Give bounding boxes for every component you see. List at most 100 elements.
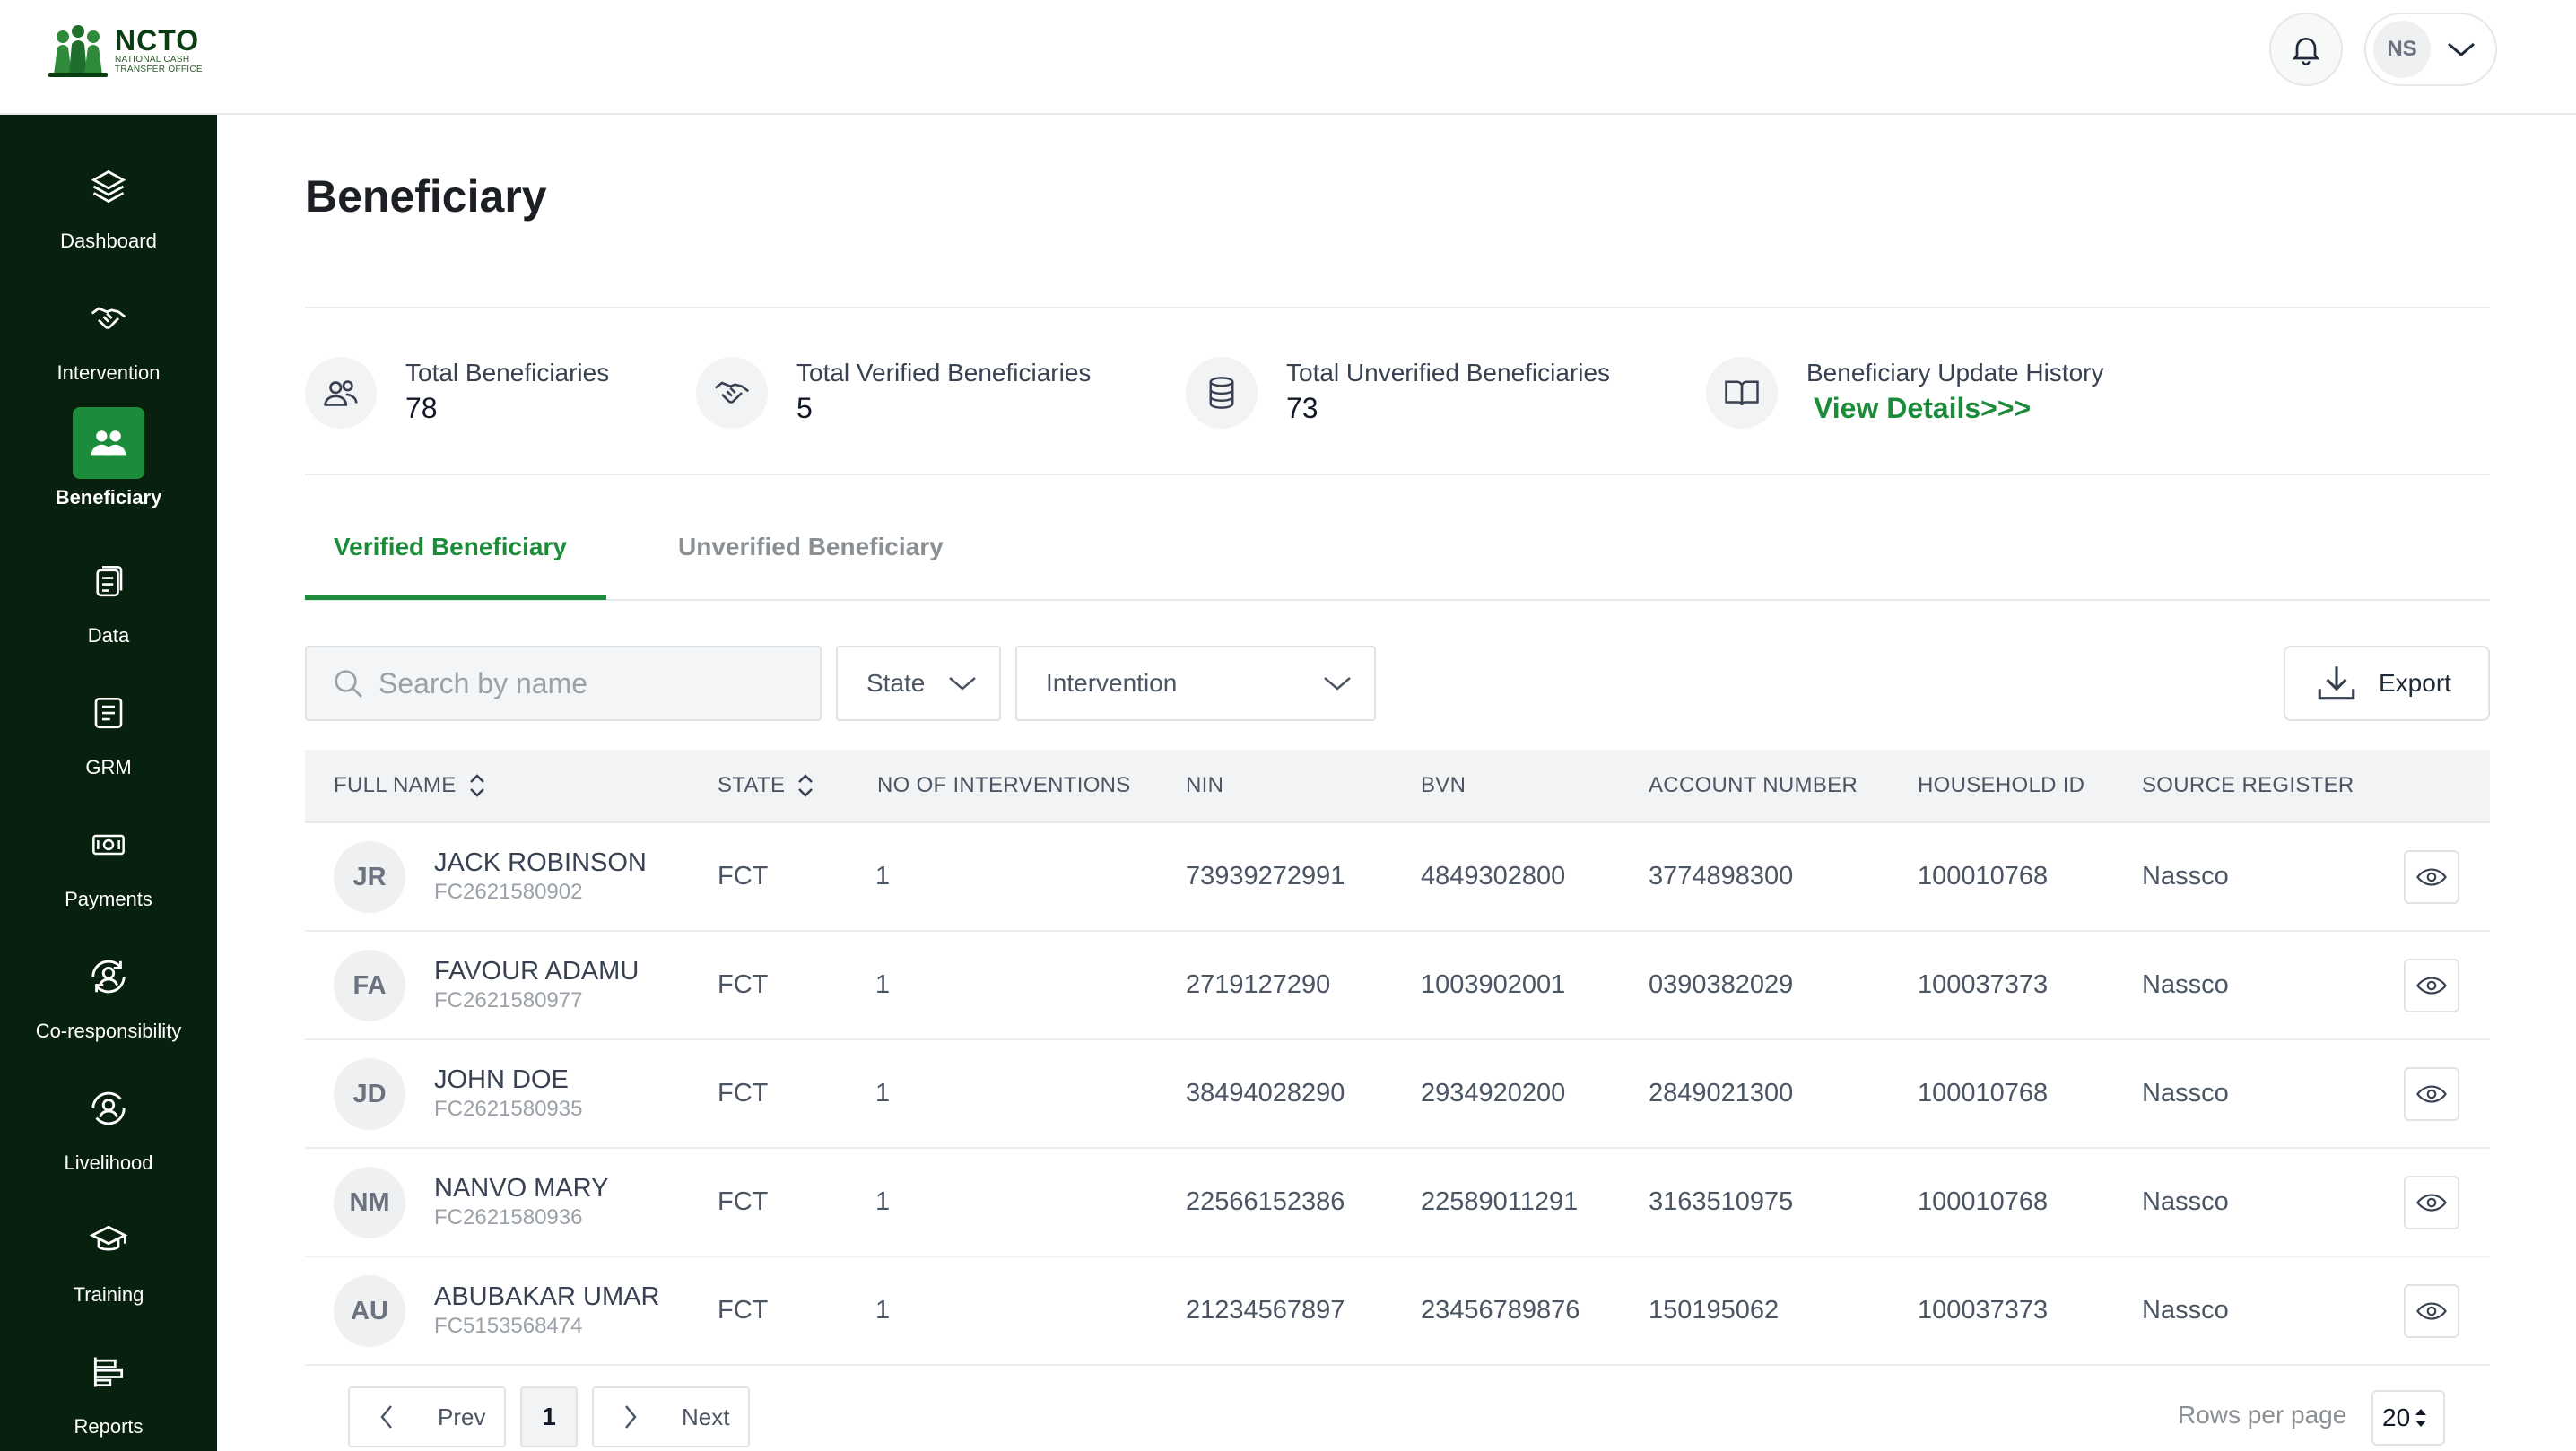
- stat-total-beneficiaries: Total Beneficiaries 78: [305, 355, 609, 430]
- handshake-icon: [714, 381, 750, 404]
- user-avatar: NS: [2373, 21, 2431, 78]
- next-page-button[interactable]: Next: [592, 1386, 750, 1447]
- cell-account-number: 3774898300: [1649, 862, 1794, 891]
- sidebar-item-beneficiary[interactable]: Beneficiary: [0, 407, 217, 524]
- cell-source-register: Nassco: [2142, 1079, 2229, 1108]
- cash-icon: [92, 834, 125, 856]
- sidebar-item-payments[interactable]: Payments: [0, 809, 217, 925]
- view-beneficiary-button[interactable]: [2404, 1176, 2459, 1229]
- chevron-down-icon: [949, 677, 976, 691]
- column-bvn: BVN: [1421, 750, 1466, 821]
- column-label: NO OF INTERVENTIONS: [877, 773, 1131, 797]
- active-tab-indicator: [305, 595, 606, 600]
- search-icon: [335, 670, 362, 698]
- beneficiary-name: JOHN DOE: [434, 1065, 569, 1094]
- sidebar-item-intervention[interactable]: Intervention: [0, 282, 217, 399]
- prev-page-button[interactable]: Prev: [348, 1386, 506, 1447]
- stat-total-verified: Total Verified Beneficiaries 5: [696, 355, 1091, 430]
- cell-bvn: 23456789876: [1421, 1296, 1580, 1325]
- export-button[interactable]: Export: [2284, 646, 2490, 721]
- eye-icon: [2416, 1194, 2447, 1212]
- column-state[interactable]: STATE: [718, 750, 815, 821]
- column-label: BVN: [1421, 773, 1466, 797]
- table-row: JR JACK ROBINSON FC2621580902 FCT 1 7393…: [305, 823, 2490, 932]
- eye-icon: [2416, 1302, 2447, 1320]
- sidebar-item-reports[interactable]: Reports: [0, 1336, 217, 1451]
- top-bar: NCTO NATIONAL CASH TRANSFER OFFICE NS: [0, 0, 2576, 115]
- intervention-filter-label: Intervention: [1046, 669, 1178, 697]
- download-icon: [2318, 666, 2355, 700]
- sidebar: Dashboard Intervention Beneficiary Data …: [0, 115, 217, 1451]
- search-input[interactable]: Search by name: [305, 646, 822, 721]
- prev-label: Prev: [438, 1403, 486, 1430]
- logo-subtitle-line1: NATIONAL CASH: [115, 55, 190, 65]
- sidebar-item-dashboard[interactable]: Dashboard: [0, 151, 217, 267]
- stat-label: Beneficiary Update History: [1806, 359, 2104, 387]
- beneficiary-name: ABUBAKAR UMAR: [434, 1282, 660, 1311]
- ncto-logo[interactable]: NCTO NATIONAL CASH TRANSFER OFFICE: [45, 18, 224, 83]
- view-details-link[interactable]: View Details>>>: [1814, 388, 2103, 428]
- stat-label: Total Beneficiaries: [405, 359, 610, 387]
- cell-bvn: 4849302800: [1421, 862, 1566, 891]
- column-full-name[interactable]: FULL NAME: [334, 750, 487, 821]
- column-label: SOURCE REGISTER: [2142, 773, 2354, 797]
- cell-source-register: Nassco: [2142, 862, 2229, 891]
- eye-icon: [2416, 1085, 2447, 1103]
- handshake-icon: [91, 307, 126, 329]
- chevron-right-icon: [625, 1405, 637, 1429]
- bell-icon: [2292, 38, 2320, 65]
- state-filter-label: State: [866, 669, 926, 697]
- tab-unverified-beneficiary[interactable]: Unverified Beneficiary: [678, 533, 944, 561]
- beneficiary-avatar: NM: [334, 1167, 405, 1238]
- cell-bvn: 1003902001: [1421, 970, 1566, 999]
- intervention-filter-select[interactable]: Intervention: [1015, 646, 1376, 721]
- cell-account-number: 150195062: [1649, 1296, 1780, 1325]
- cell-source-register: Nassco: [2142, 970, 2229, 999]
- column-label: STATE: [718, 773, 786, 797]
- chevron-left-icon: [380, 1405, 392, 1429]
- stat-value: 73: [1286, 392, 1318, 424]
- view-beneficiary-button[interactable]: [2404, 850, 2459, 904]
- column-label: HOUSEHOLD ID: [1918, 773, 2085, 797]
- table-row: AU ABUBAKAR UMAR FC5153568474 FCT 1 2123…: [305, 1257, 2490, 1366]
- column-account-number: ACCOUNT NUMBER: [1649, 750, 1858, 821]
- table-row: NM NANVO MARY FC2621580936 FCT 1 2256615…: [305, 1149, 2490, 1257]
- sidebar-item-training[interactable]: Training: [0, 1204, 217, 1321]
- cell-interventions: 1: [875, 862, 891, 891]
- cell-household-id: 100010768: [1918, 862, 2049, 891]
- view-beneficiary-button[interactable]: [2404, 959, 2459, 1012]
- beneficiary-name: NANVO MARY: [434, 1174, 609, 1203]
- cell-state: FCT: [718, 1187, 769, 1216]
- sidebar-item-label: Dashboard: [60, 230, 157, 252]
- user-cycle-icon: [91, 1091, 126, 1125]
- page-title: Beneficiary: [305, 171, 547, 222]
- rows-per-page-select[interactable]: 20: [2371, 1390, 2445, 1446]
- beneficiary-avatar: AU: [334, 1275, 405, 1347]
- search-placeholder: Search by name: [379, 666, 588, 699]
- user-menu[interactable]: NS: [2364, 13, 2497, 86]
- page-number-button[interactable]: 1: [520, 1386, 578, 1447]
- state-filter-select[interactable]: State: [836, 646, 1001, 721]
- sidebar-item-label: Reports: [74, 1415, 144, 1438]
- tab-verified-beneficiary[interactable]: Verified Beneficiary: [334, 533, 567, 561]
- chevron-down-icon: [1324, 677, 1351, 691]
- eye-icon: [2416, 868, 2447, 886]
- users-icon: [91, 430, 126, 456]
- cell-interventions: 1: [875, 1079, 891, 1108]
- view-beneficiary-button[interactable]: [2404, 1067, 2459, 1121]
- notifications-button[interactable]: [2269, 13, 2343, 86]
- sidebar-item-livelihood[interactable]: Livelihood: [0, 1073, 217, 1189]
- database-icon: [1209, 377, 1234, 409]
- cell-nin: 2719127290: [1186, 970, 1331, 999]
- sidebar-item-label: Beneficiary: [55, 486, 162, 508]
- cell-nin: 73939272991: [1186, 862, 1345, 891]
- beneficiary-code: FC2621580902: [434, 880, 583, 904]
- sidebar-item-grm[interactable]: GRM: [0, 677, 217, 794]
- sidebar-item-label: GRM: [85, 756, 132, 778]
- sidebar-item-data[interactable]: Data: [0, 545, 217, 662]
- beneficiary-avatar: JR: [334, 841, 405, 913]
- stat-total-unverified: Total Unverified Beneficiaries 73: [1186, 355, 1610, 430]
- sidebar-item-co-responsibility[interactable]: Co-responsibility: [0, 941, 217, 1057]
- sidebar-item-label: Intervention: [57, 361, 161, 384]
- view-beneficiary-button[interactable]: [2404, 1284, 2459, 1338]
